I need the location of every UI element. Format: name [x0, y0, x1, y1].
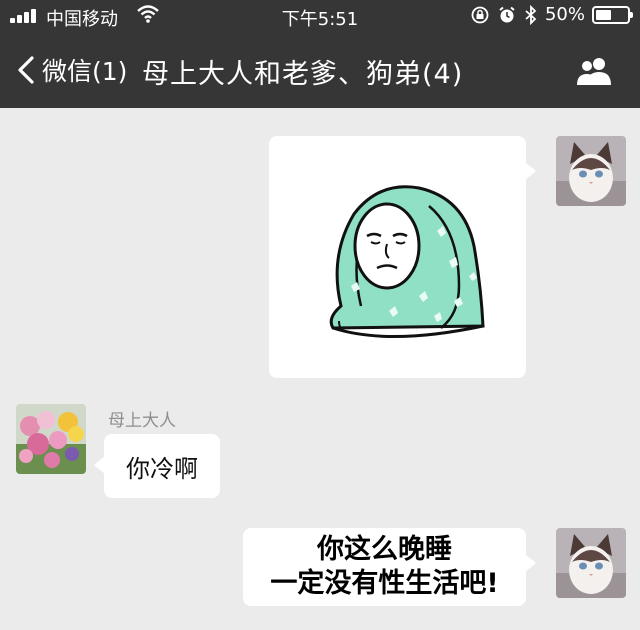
message-text: 你冷啊	[126, 454, 198, 483]
alarm-icon	[499, 6, 515, 22]
flower-avatar[interactable]	[16, 404, 86, 474]
cat-avatar[interactable]	[556, 136, 626, 206]
back-label: 微信(1)	[42, 57, 128, 86]
chat-title: 母上大人和老爹、狗弟(4)	[142, 59, 464, 90]
battery-icon	[592, 5, 633, 24]
blanket-wrapped-face-sticker	[329, 185, 485, 339]
chevron-left-icon	[18, 56, 34, 84]
bluetooth-icon	[525, 4, 537, 25]
battery-percent: 50%	[544, 4, 585, 25]
meme-text-bubble[interactable]: 你这么晚睡 一定没有性生活吧!	[243, 528, 536, 606]
battery-fill	[596, 9, 611, 20]
cat-avatar[interactable]	[556, 528, 626, 598]
orientation-lock-icon	[471, 6, 489, 23]
flower-avatar-image	[16, 404, 86, 474]
back-button[interactable]: 微信(1)	[12, 50, 127, 90]
status-bar: 中国移动 下午5:51 50%	[0, 0, 640, 32]
text-bubble[interactable]: 你冷啊	[94, 434, 220, 498]
cat-avatar-image	[556, 528, 626, 598]
group-members-icon[interactable]	[574, 56, 614, 86]
top-bar: 中国移动 下午5:51 50% 微信(1) 母上大人和老爹、狗弟(4)	[0, 0, 640, 108]
meme-text-line-1: 你这么晚睡	[317, 534, 452, 565]
nav-bar: 微信(1) 母上大人和老爹、狗弟(4)	[0, 36, 640, 106]
status-right-group: 50%	[470, 4, 633, 25]
sticker-bubble[interactable]	[269, 136, 536, 378]
cat-avatar-image	[556, 136, 626, 206]
meme-text-line-2: 一定没有性生活吧!	[270, 568, 499, 599]
sender-name: 母上大人	[108, 411, 176, 431]
